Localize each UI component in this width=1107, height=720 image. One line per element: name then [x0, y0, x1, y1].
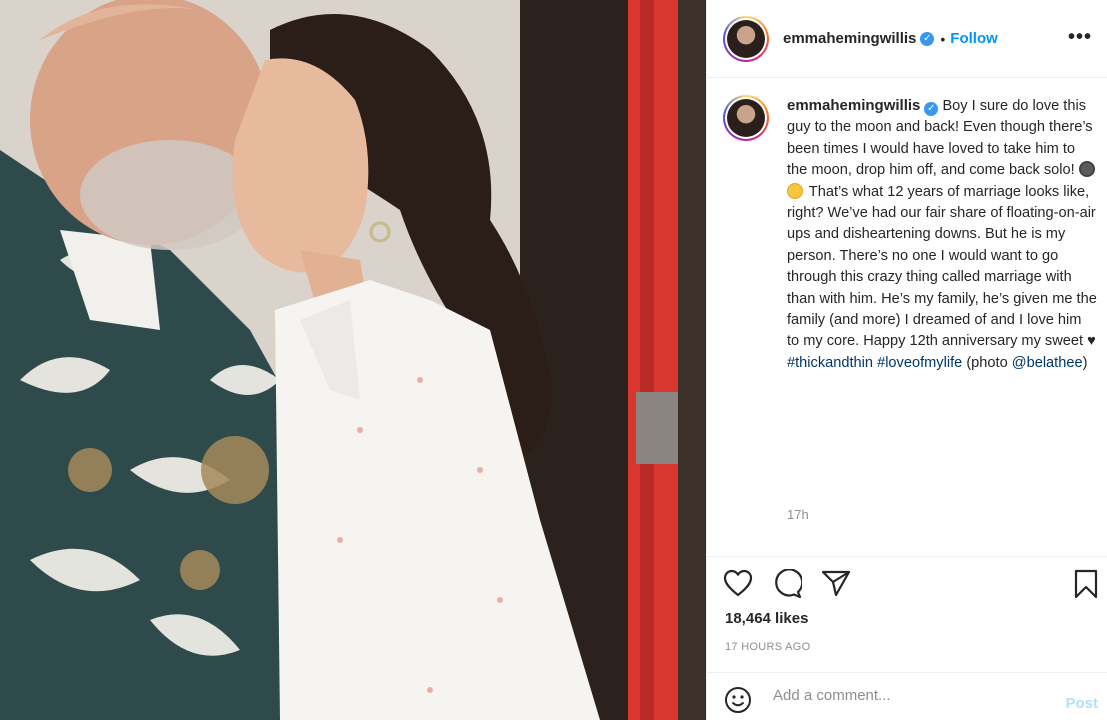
- follow-button[interactable]: Follow: [950, 30, 998, 47]
- likes-count[interactable]: 18,464 likes: [725, 610, 808, 627]
- photo-credit-open: (photo: [966, 354, 1008, 371]
- caption-username[interactable]: emmahemingwillis: [787, 97, 920, 114]
- hashtag-link[interactable]: #thickandthin: [787, 355, 873, 371]
- emoji-face-icon: [1078, 161, 1095, 178]
- post-photo-illustration: [0, 0, 706, 720]
- caption-avatar[interactable]: [723, 95, 769, 141]
- header-separator: •: [940, 30, 946, 47]
- caption-verified-badge-icon: ✓: [924, 102, 939, 116]
- post-side-panel: emmahemingwillis ✓ • Follow ••• emmahemi…: [706, 0, 1107, 720]
- comment-icon[interactable]: [772, 569, 802, 599]
- comment-bar: Post: [707, 672, 1107, 720]
- bookmark-icon[interactable]: [1073, 569, 1099, 599]
- emoji-laugh-icon: [787, 182, 803, 199]
- caption-text: emmahemingwillis ✓ Boy I sure do love thi…: [787, 95, 1097, 374]
- more-options-icon[interactable]: •••: [1068, 26, 1092, 49]
- caption-part-2: That’s what 12 years of marriage looks l…: [787, 183, 1097, 350]
- post-button[interactable]: Post: [1065, 695, 1098, 712]
- caption-time[interactable]: 17h: [787, 507, 809, 522]
- header-username[interactable]: emmahemingwillis: [783, 30, 916, 47]
- caption-block: emmahemingwillis ✓ Boy I sure do love thi…: [707, 95, 1107, 374]
- hashtag-link[interactable]: #loveofmylife: [877, 355, 962, 371]
- action-bar: [707, 556, 1107, 608]
- posted-ago[interactable]: 17 HOURS AGO: [725, 641, 811, 653]
- post-photo[interactable]: [0, 0, 706, 720]
- comment-input[interactable]: [773, 687, 1043, 704]
- share-icon[interactable]: [821, 569, 851, 597]
- mention-link[interactable]: @belathee: [1012, 355, 1083, 371]
- caption-avatar-image: [727, 99, 765, 137]
- verified-badge-icon: ✓: [920, 31, 935, 46]
- post-header: emmahemingwillis ✓ • Follow •••: [707, 0, 1107, 78]
- avatar-image: [727, 19, 765, 58]
- photo-credit-close: ): [1082, 354, 1088, 371]
- emoji-smile-icon[interactable]: [724, 686, 752, 714]
- avatar[interactable]: [723, 15, 769, 62]
- heart-icon[interactable]: [723, 569, 753, 597]
